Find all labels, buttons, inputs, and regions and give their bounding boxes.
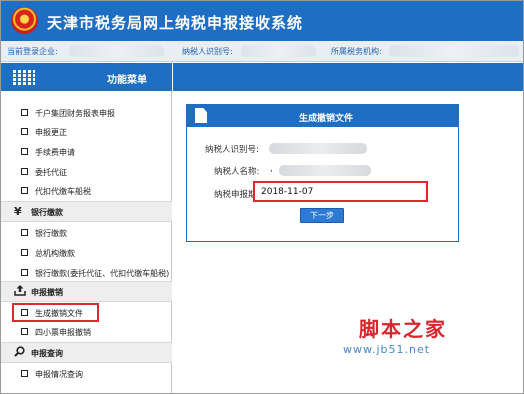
menu-item-label: 银行缴款 [35,229,67,238]
app-window: 天津市税务局网上纳税申报接收系统 当前登录企业: 纳税人识别号: 所属税务机构:… [0,0,524,394]
taxpayer-id-value-redacted [269,143,367,154]
watermark-logo: 脚本之家 [359,317,447,341]
sidebar-menu: 功能菜单 千户集团财务报表申报 申报更正 手续费申请 委托代征 代扣代缴车船税 … [1,63,172,393]
taxpayer-id-label: 纳税人识别号: [205,145,259,155]
menu-title: 功能菜单 [107,75,147,86]
taxpayer-name-prefix: , [270,164,273,174]
highlight-generate-revoke-file [12,303,99,322]
tax-authority-label: 所属税务机构: [331,47,382,56]
taxpayer-id-label: 纳税人识别号: [182,47,233,56]
group-declaration-revoke[interactable]: 申报撤销 [1,281,172,302]
bullet-square-icon [21,109,28,116]
app-title: 天津市税务局网上纳税申报接收系统 [47,14,304,32]
menu-item-head-office-payment[interactable]: 总机构缴款 [1,243,172,263]
menu-item-label: 手续费申请 [35,148,75,157]
group-label: 申报撤销 [31,288,63,297]
watermark-url: www.jb51.net [343,343,431,356]
menu-item-label: 千户集团财务报表申报 [35,109,115,118]
menu-item-label: 申报更正 [35,128,67,137]
menu-item-label: 四小票申报撤销 [35,328,91,337]
yen-icon: ¥ [14,205,22,218]
group-declaration-query[interactable]: 申报查询 [1,342,172,363]
main-top-bar [173,63,523,91]
next-step-button[interactable]: 下一步 [300,208,344,223]
menu-item-label: 委托代征 [35,168,67,177]
tax-authority-value-redacted [389,45,519,57]
bullet-square-icon [21,370,28,377]
bullet-square-icon [21,249,28,256]
menu-item-fee-application[interactable]: 手续费申请 [1,142,172,162]
taxpayer-name-value-redacted [279,165,371,176]
enterprise-label: 当前登录企业: [7,47,58,56]
menu-item-declaration-status-query[interactable]: 申报情况查询 [1,364,172,384]
menu-item-group-financial-report[interactable]: 千户集团财务报表申报 [1,103,172,123]
login-info-bar: 当前登录企业: 纳税人识别号: 所属税务机构: [1,41,523,62]
menu-item-entrusted-collection[interactable]: 委托代征 [1,162,172,182]
declaration-period-value: 2018-11-07 [261,187,314,197]
tax-emblem-icon [11,7,38,34]
enterprise-value-redacted [69,45,164,57]
bullet-square-icon [21,229,28,236]
declaration-period-field[interactable]: 2018-11-07 [253,181,428,202]
app-header: 天津市税务局网上纳税申报接收系统 [1,1,523,41]
group-label: 银行缴款 [31,208,63,217]
menu-item-label: 银行缴款(委托代征、代扣代缴车船税) [35,269,170,278]
group-bank-payment[interactable]: ¥ 银行缴款 [1,201,172,222]
menu-item-bank-payment-entrusted[interactable]: 银行缴款(委托代征、代扣代缴车船税) [1,263,172,283]
menu-item-label: 代扣代缴车船税 [35,187,91,196]
grid-menu-icon[interactable] [13,69,35,85]
bullet-square-icon [21,269,28,276]
panel-title: 生成撤销文件 [299,114,354,124]
menu-item-label: 总机构缴款 [35,249,75,258]
menu-header: 功能菜单 [1,63,172,91]
bullet-square-icon [21,187,28,194]
menu-item-bank-payment[interactable]: 银行缴款 [1,223,172,243]
menu-item-declaration-correction[interactable]: 申报更正 [1,122,172,142]
menu-item-vehicle-tax-withholding[interactable]: 代扣代缴车船税 [1,181,172,201]
bullet-square-icon [21,168,28,175]
taxpayer-id-value-redacted [241,45,316,57]
group-label: 申报查询 [31,349,63,358]
taxpayer-name-label: 纳税人名称: [214,167,260,177]
document-icon [195,108,207,123]
bullet-square-icon [21,328,28,335]
menu-item-label: 申报情况查询 [35,370,83,379]
bullet-square-icon [21,128,28,135]
search-icon [14,346,25,360]
upload-icon [14,285,26,299]
menu-item-four-small-tickets-revoke[interactable]: 四小票申报撤销 [1,322,172,342]
bullet-square-icon [21,148,28,155]
panel-header: 生成撤销文件 [187,105,458,127]
